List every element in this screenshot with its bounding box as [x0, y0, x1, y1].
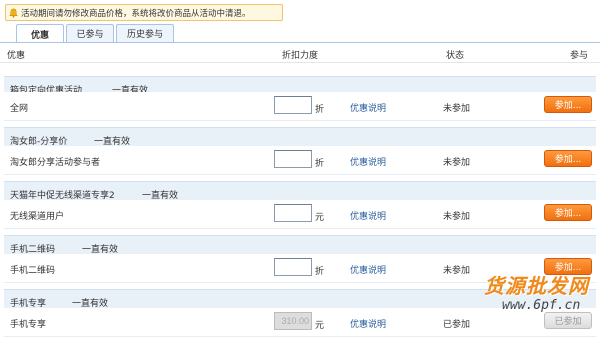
notice-text: 活动期间请勿修改商品价格，系统将改价商品从活动中清退。	[21, 8, 251, 19]
discount-info-link[interactable]: 优惠说明	[350, 209, 386, 222]
discount-input[interactable]	[274, 96, 312, 114]
discount-input[interactable]	[274, 204, 312, 222]
unit-label: 元	[315, 213, 325, 223]
discount-info-link[interactable]: 优惠说明	[350, 101, 386, 114]
discount-input[interactable]	[274, 258, 312, 276]
unit-label: 元	[315, 321, 325, 331]
column-header-join: 参与	[570, 51, 589, 61]
unit-label: 折	[315, 267, 325, 277]
join-button[interactable]: 参加...	[544, 204, 592, 221]
column-header-status: 状态	[446, 51, 465, 61]
tab-bar: 优惠 已参与 历史参与	[16, 24, 176, 43]
discount-info-link[interactable]: 优惠说明	[350, 317, 386, 330]
row-name: 手机二维码	[10, 266, 56, 276]
notice-bar: 活动期间请勿修改商品价格，系统将改价商品从活动中清退。	[5, 4, 283, 21]
tab-joined[interactable]: 已参与	[66, 24, 114, 42]
row-name: 淘女郎分享活动参与者	[10, 158, 101, 168]
tab-history[interactable]: 历史参与	[116, 24, 174, 42]
discount-info-link[interactable]: 优惠说明	[350, 263, 386, 276]
watermark-text: 货源批发网	[484, 274, 589, 298]
table-row: 全网 折 优惠说明 未参加 参加...	[4, 92, 596, 121]
table-header: 优惠 折扣力度 状态 参与	[0, 44, 600, 63]
bell-icon	[9, 8, 18, 18]
row-name: 无线渠道用户	[10, 212, 65, 222]
tab-discount[interactable]: 优惠	[16, 24, 64, 43]
table-row: 淘女郎分享活动参与者 折 优惠说明 未参加 参加...	[4, 146, 596, 175]
join-button[interactable]: 参加...	[544, 96, 592, 113]
watermark-logo: 货源批发网 www.6pf.cn	[482, 268, 594, 326]
status-text: 未参加	[443, 104, 471, 114]
column-header-name: 优惠	[7, 51, 26, 61]
status-text: 未参加	[443, 158, 471, 168]
discount-input	[274, 312, 312, 330]
status-text: 已参加	[443, 320, 471, 330]
table-row: 无线渠道用户 元 优惠说明 未参加 参加...	[4, 200, 596, 229]
column-header-discount: 折扣力度	[282, 51, 319, 61]
discount-info-link[interactable]: 优惠说明	[350, 155, 386, 168]
row-name: 手机专享	[10, 320, 47, 330]
discount-input[interactable]	[274, 150, 312, 168]
unit-label: 折	[315, 159, 325, 169]
unit-label: 折	[315, 105, 325, 115]
tab-divider	[0, 42, 600, 43]
join-button[interactable]: 参加...	[544, 150, 592, 167]
status-text: 未参加	[443, 212, 471, 222]
watermark-url: www.6pf.cn	[502, 298, 581, 313]
status-text: 未参加	[443, 266, 471, 276]
row-name: 全网	[10, 104, 29, 114]
